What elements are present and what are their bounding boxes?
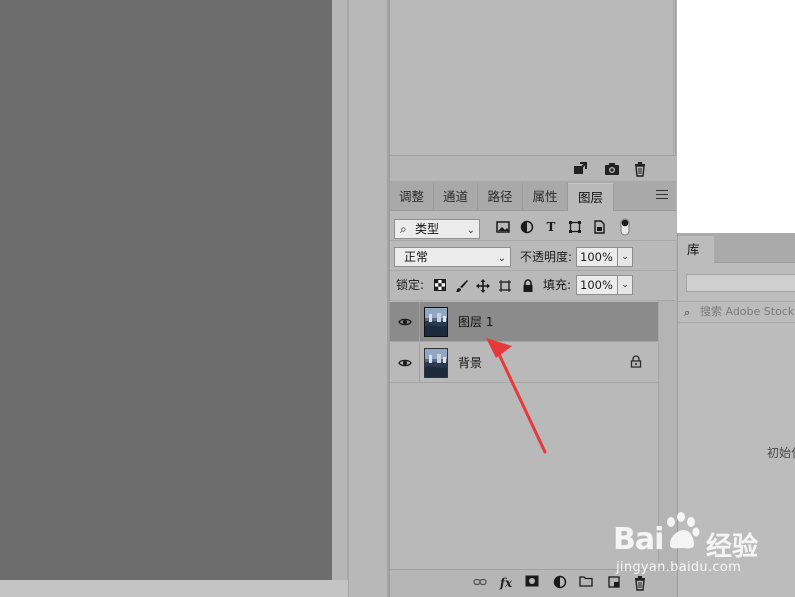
- lock-row: 锁定: 填充: 100% ⌄: [390, 272, 676, 301]
- filter-kind-label: 类型: [415, 222, 440, 236]
- lock-icon[interactable]: [630, 355, 644, 369]
- status-bar: [0, 580, 348, 597]
- panel-tabs: 调整 通道 路径 属性 图层: [390, 181, 676, 211]
- trash-icon[interactable]: [632, 161, 648, 177]
- layer-thumbnail: [424, 307, 448, 337]
- lock-position-move-icon[interactable]: [476, 279, 490, 293]
- adjustment-filter-icon[interactable]: [520, 220, 534, 234]
- fill-field[interactable]: 100%: [576, 275, 618, 295]
- search-icon: ⌕: [400, 222, 407, 236]
- opacity-label: 不透明度:: [520, 250, 573, 264]
- layer-row-layer-1[interactable]: 图层 1: [390, 302, 658, 342]
- trash-icon[interactable]: [632, 575, 648, 591]
- tab-libraries[interactable]: 库: [678, 236, 714, 263]
- blend-mode-select[interactable]: 正常 ⌄: [394, 247, 511, 267]
- panel-menu-icon[interactable]: [656, 190, 668, 200]
- lock-all-icon[interactable]: [521, 279, 535, 293]
- tab-adjustments[interactable]: 调整: [390, 183, 434, 211]
- document-preview: [677, 0, 795, 233]
- layer-filter-row: ⌕ 类型 ⌄ T: [390, 212, 676, 241]
- tab-paths[interactable]: 路径: [478, 183, 523, 211]
- lock-artboard-icon[interactable]: [498, 279, 512, 293]
- image-filter-icon[interactable]: [496, 220, 510, 234]
- layer-name[interactable]: 背景: [458, 354, 482, 371]
- chevron-down-icon: ⌄: [497, 253, 506, 264]
- shape-filter-icon[interactable]: [568, 220, 582, 234]
- blend-row: 正常 ⌄ 不透明度: 100% ⌄: [390, 242, 676, 271]
- tab-channels[interactable]: 通道: [434, 183, 478, 211]
- eye-icon[interactable]: [398, 356, 412, 370]
- layer-thumbnail: [424, 348, 448, 378]
- lock-label: 锁定:: [396, 278, 425, 292]
- filter-kind-select[interactable]: ⌕ 类型 ⌄: [394, 219, 480, 239]
- tab-layers[interactable]: 图层: [568, 183, 614, 211]
- canvas-scrollbar[interactable]: [332, 0, 348, 580]
- layer-name[interactable]: 图层 1: [458, 313, 493, 330]
- libraries-tab-bar: 库: [678, 233, 795, 263]
- lock-transparent-icon[interactable]: [433, 279, 447, 293]
- stock-search-input[interactable]: 搜索 Adobe Stock: [678, 301, 795, 323]
- mask-icon[interactable]: [524, 575, 540, 591]
- layers-panel: 调整 通道 路径 属性 图层 ⌕ 类型 ⌄ T 正常 ⌄ 不透明度: 100% …: [390, 181, 676, 597]
- camera-icon[interactable]: [604, 161, 620, 177]
- library-status-text: 初始化: [767, 446, 795, 460]
- filter-toggle-icon[interactable]: [620, 218, 630, 236]
- chevron-down-icon: ⌄: [466, 225, 475, 236]
- link-icon[interactable]: [472, 575, 488, 591]
- tab-properties[interactable]: 属性: [523, 183, 568, 211]
- layers-footer: fx: [390, 569, 676, 597]
- history-footer: [390, 155, 676, 180]
- eye-icon[interactable]: [398, 315, 412, 329]
- new-layer-icon[interactable]: [606, 575, 622, 591]
- library-select[interactable]: [686, 274, 795, 292]
- adjustment-icon[interactable]: [552, 575, 568, 591]
- fx-icon[interactable]: fx: [498, 575, 514, 591]
- search-icon: ⌕: [684, 306, 691, 319]
- folder-icon[interactable]: [578, 575, 594, 591]
- layers-scrollbar[interactable]: [658, 301, 676, 569]
- type-filter-icon[interactable]: T: [544, 220, 558, 234]
- new-snapshot-icon[interactable]: [572, 161, 588, 177]
- opacity-dropdown[interactable]: ⌄: [617, 247, 633, 267]
- smart-object-filter-icon[interactable]: [592, 220, 606, 234]
- history-panel: [390, 0, 676, 180]
- lock-pixels-brush-icon[interactable]: [455, 279, 469, 293]
- opacity-field[interactable]: 100%: [576, 247, 618, 267]
- fill-dropdown[interactable]: ⌄: [617, 275, 633, 295]
- fill-label: 填充:: [543, 278, 572, 292]
- blend-mode-label: 正常: [404, 250, 429, 264]
- panel-dock-gutter: [348, 0, 390, 597]
- document-canvas[interactable]: [0, 0, 332, 580]
- history-list[interactable]: [390, 0, 674, 155]
- layer-row-background[interactable]: 背景: [390, 343, 658, 383]
- libraries-panel: 库 搜索 Adobe Stock ⌕ 初始化: [677, 233, 795, 597]
